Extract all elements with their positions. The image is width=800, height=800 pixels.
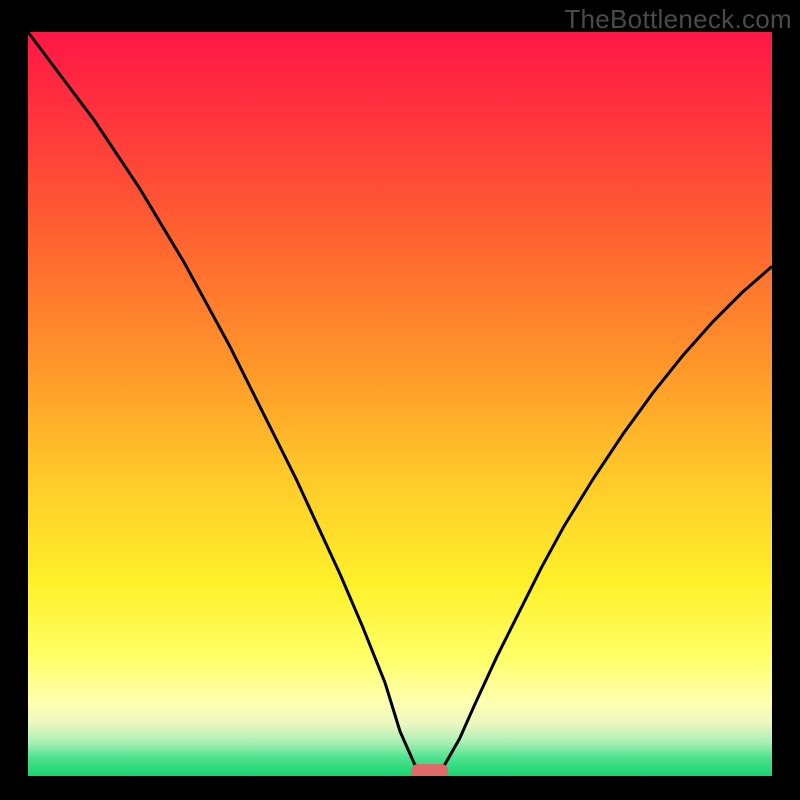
chart-frame: TheBottleneck.com (0, 0, 800, 800)
optimum-marker (411, 764, 448, 776)
gradient-background (28, 32, 772, 776)
watermark-text: TheBottleneck.com (564, 4, 792, 35)
bottleneck-plot (28, 32, 772, 776)
plot-svg (28, 32, 772, 776)
